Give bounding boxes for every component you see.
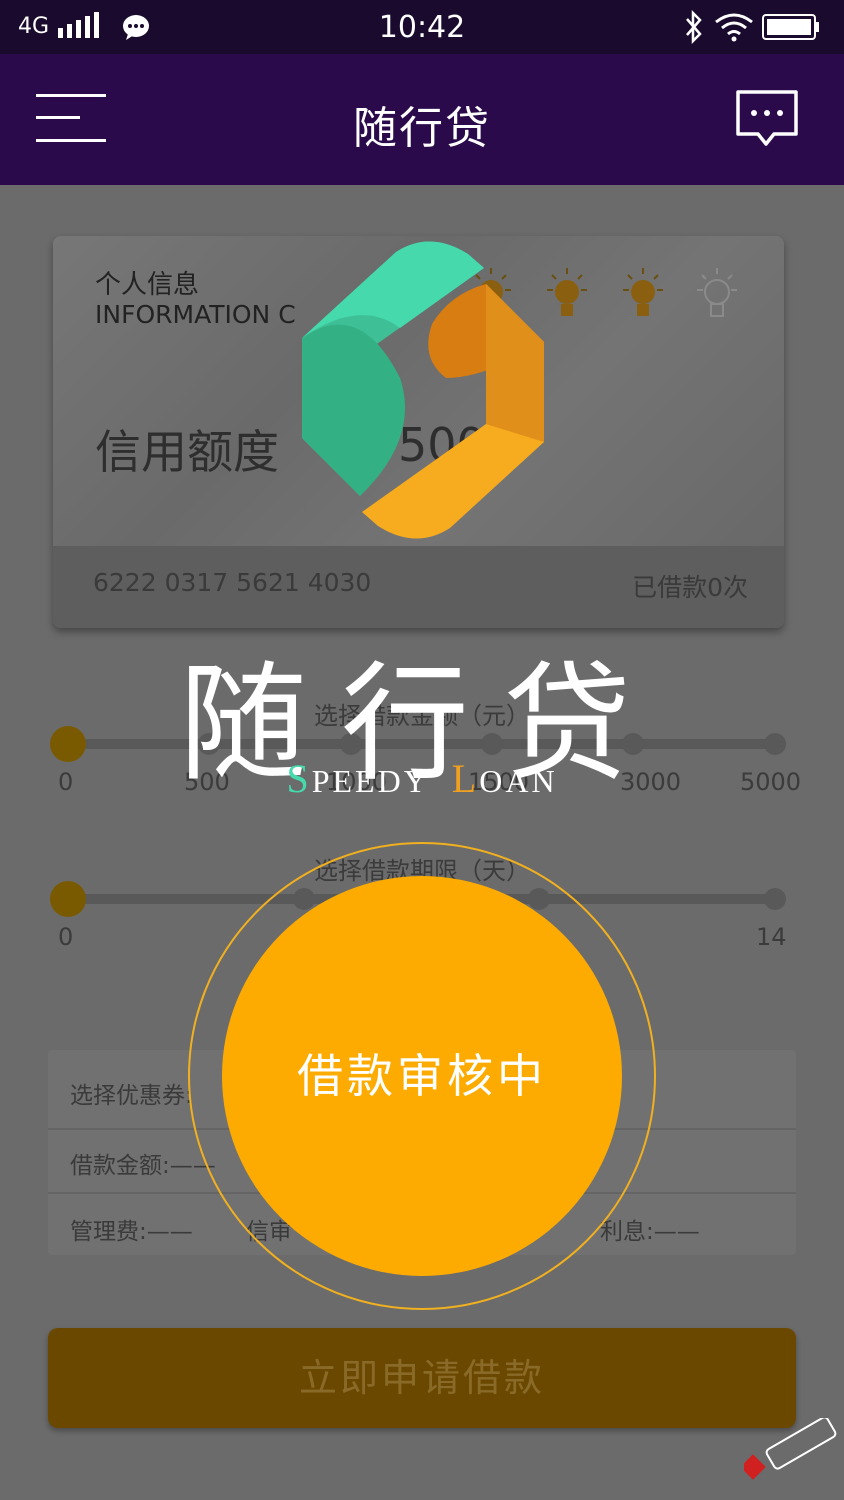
bluetooth-icon bbox=[686, 10, 702, 44]
lightbulb-icon bbox=[623, 268, 663, 316]
card-title: 个人信息 bbox=[95, 270, 200, 300]
lightbulb-icon bbox=[547, 268, 587, 316]
term-min-tick: 0 bbox=[58, 923, 74, 951]
message-icon[interactable] bbox=[734, 88, 800, 150]
card-number: 6222 0317 5621 4030 bbox=[93, 568, 372, 597]
brand-word-speedy: PEEDY bbox=[311, 763, 430, 799]
term-slider-knob[interactable] bbox=[50, 881, 86, 917]
brand-letter-s: S bbox=[286, 756, 312, 801]
term-slider-dot[interactable] bbox=[764, 888, 786, 910]
watermark-logo-icon bbox=[744, 1418, 837, 1480]
brand-letter-l: L bbox=[451, 756, 480, 801]
battery-icon bbox=[762, 14, 819, 40]
loan-review-status-button[interactable]: 借款审核中 bbox=[222, 876, 622, 1276]
apply-loan-button[interactable]: 立即申请借款 bbox=[48, 1328, 796, 1428]
management-fee-info: 管理费:—— bbox=[70, 1219, 193, 1245]
loan-count: 已借款0次 bbox=[632, 573, 748, 602]
brand-english: SPEEDY LOAN bbox=[0, 755, 844, 802]
term-max-tick: 14 bbox=[756, 923, 787, 951]
interest-info: 利息:—— bbox=[600, 1219, 700, 1245]
card-subtitle: INFORMATION C bbox=[95, 300, 296, 329]
app-logo-icon bbox=[302, 241, 544, 539]
lightbulb-off-icon bbox=[697, 268, 737, 317]
brand-word-loan: OAN bbox=[479, 763, 558, 799]
coupon-select[interactable]: 选择优惠券: bbox=[70, 1076, 193, 1110]
app-bar: 随行贷 bbox=[0, 54, 844, 185]
loan-amount-info: 借款金额:—— bbox=[70, 1153, 216, 1179]
wifi-icon bbox=[715, 13, 753, 42]
status-bar: 4G 10:42 bbox=[0, 0, 844, 54]
page-title: 随行贷 bbox=[353, 103, 491, 154]
credit-limit-label: 信用额度 bbox=[95, 425, 279, 479]
card-footer: 6222 0317 5621 4030 已借款0次 bbox=[53, 546, 784, 628]
